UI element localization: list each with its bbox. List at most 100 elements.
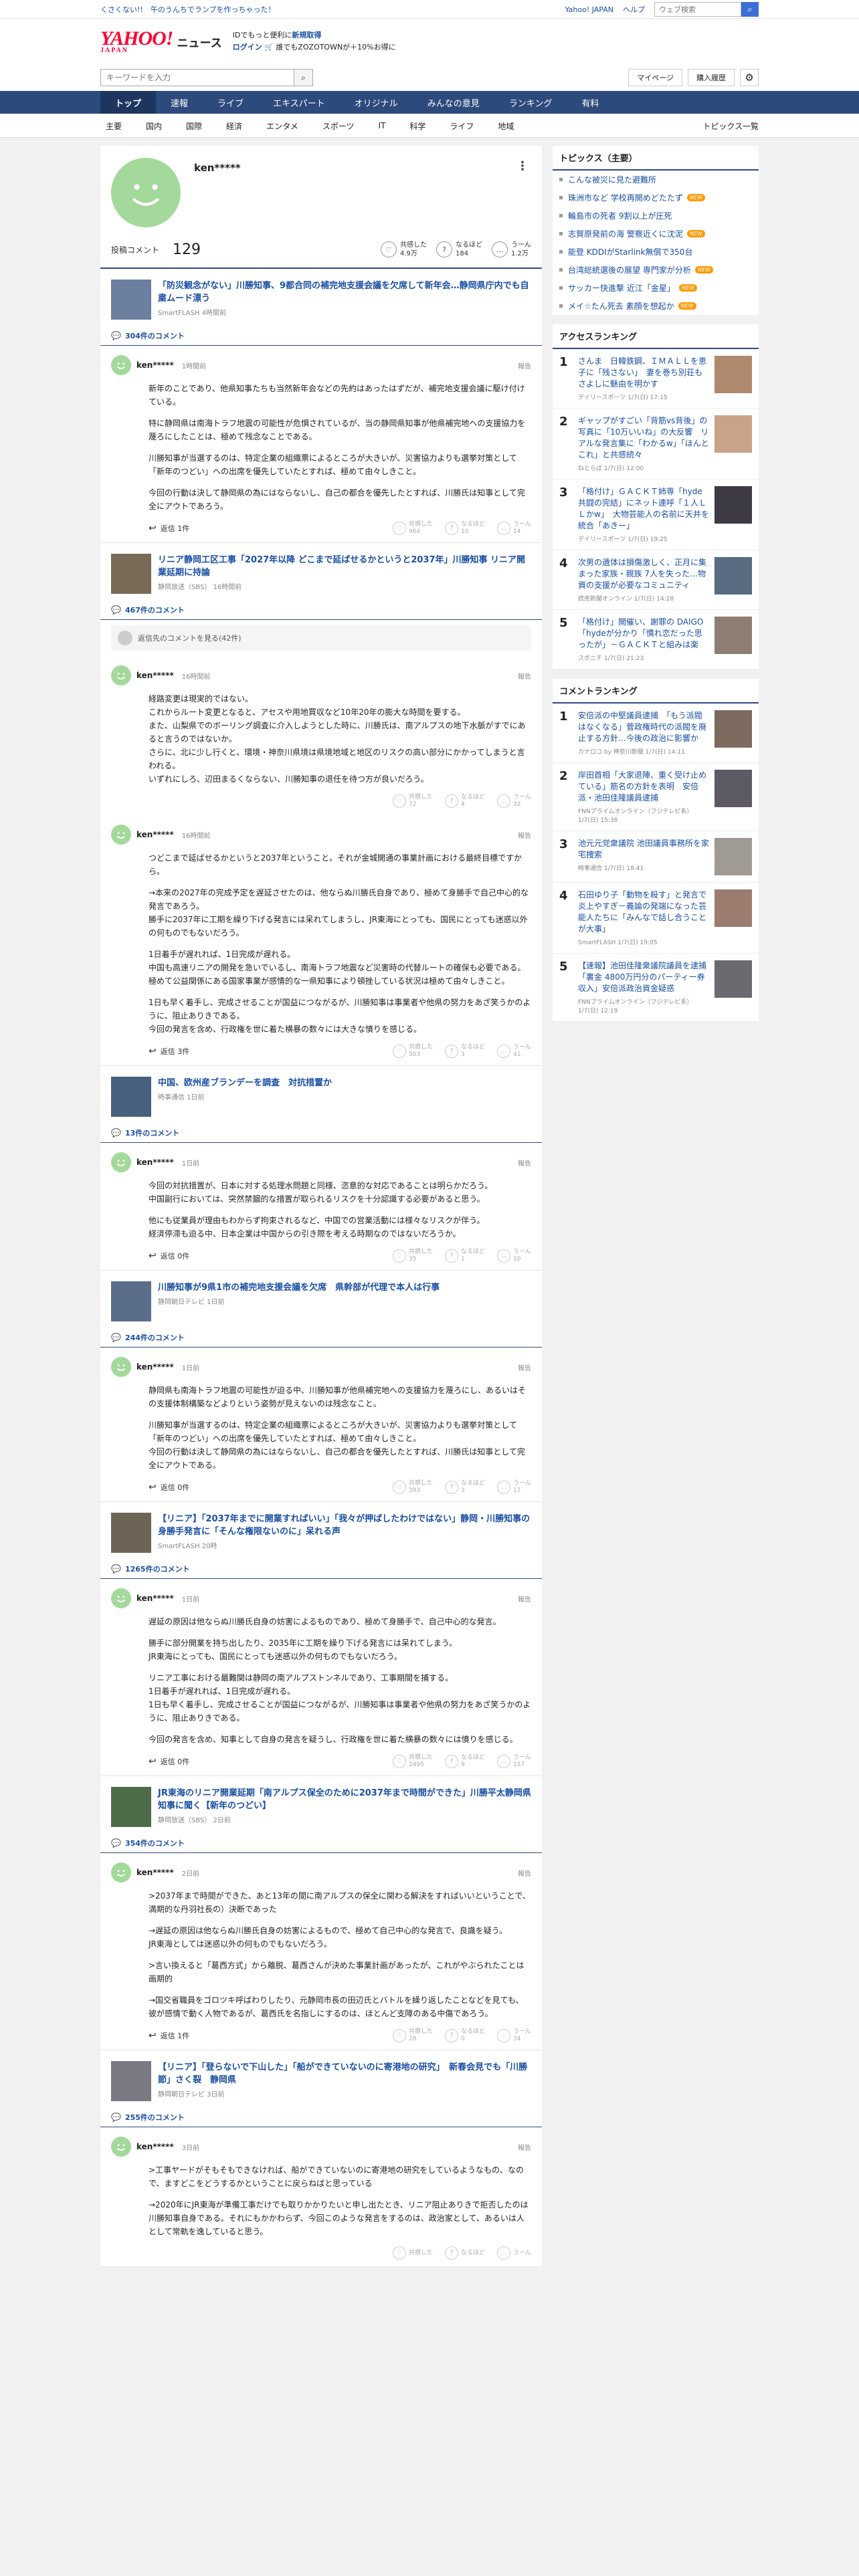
ranking-item[interactable]: 5 【速報】池田佳隆衆議院議員を逮捕 「裏金 4800万円分のパーティー券収入」安…	[553, 954, 759, 1022]
comment-count-link[interactable]: 💬 1265件のコメント	[100, 1560, 542, 1579]
sub-nav-tab[interactable]: 地域	[486, 114, 526, 138]
more-icon[interactable]: ⋮	[516, 159, 529, 173]
article-thumbnail[interactable]	[111, 554, 151, 594]
ranking-item[interactable]: 2 岸田首相「大家退陣、重く受け止めている」筋名の方針を表明 安倍派・池田佳隆議員…	[553, 763, 759, 831]
article-thumbnail[interactable]	[111, 1787, 151, 1827]
help-link[interactable]: ヘルプ	[623, 4, 645, 15]
avatar[interactable]	[111, 1588, 131, 1608]
article-thumbnail[interactable]	[111, 280, 151, 320]
topic-item[interactable]: 志賀原発前の海 警察近くに沈泥 NEW	[553, 225, 759, 243]
topic-item[interactable]: こんな被災に見た避難所	[553, 171, 759, 189]
ranking-thumbnail[interactable]	[714, 710, 752, 748]
avatar[interactable]	[111, 1862, 131, 1883]
comment-reaction-button[interactable]: … うーん 32	[496, 794, 531, 809]
topic-item[interactable]: 珠洲市など 学校再開めどたたず NEW	[553, 189, 759, 207]
comment-reaction-button[interactable]: ♡ 共感した 35	[392, 1249, 433, 1263]
ranking-title-link[interactable]: 「格付け」開催い、謝罪の DAIGO「hydeが分かり「慣れ恋だった思ったが」－…	[578, 617, 709, 651]
reply-button[interactable]: ↩ 返信 0件	[149, 1756, 189, 1767]
comment-user[interactable]: ken*****	[136, 830, 174, 839]
topic-item[interactable]: 能登 KDDIがStarlink無償で350台	[553, 243, 759, 261]
reply-button[interactable]: ↩ 返信 0件	[149, 1251, 189, 1261]
ranking-item[interactable]: 3 池元元党衆議院 池田議員事務所を家宅捜索 時事通信 1/7(日) 18:41	[553, 831, 759, 883]
article-title-link[interactable]: 中国、欧州産ブランデーを調査 対抗措置か	[158, 1078, 332, 1088]
ranking-thumbnail[interactable]	[714, 770, 752, 807]
ranking-thumbnail[interactable]	[714, 889, 752, 927]
comment-reaction-button[interactable]: ? なるほど 9	[444, 1754, 485, 1769]
comment-reaction-button[interactable]: ♡ 共感した 2495	[392, 1754, 433, 1769]
register-link[interactable]: 新規取得	[292, 31, 321, 39]
comment-user[interactable]: ken*****	[136, 360, 174, 370]
avatar[interactable]	[111, 355, 131, 375]
ranking-item[interactable]: 5 「格付け」開催い、謝罪の DAIGO「hydeが分かり「慣れ恋だった思ったが」…	[553, 610, 759, 669]
web-search-input[interactable]	[654, 2, 741, 17]
reply-button[interactable]: ↩ 返信 0件	[149, 1482, 189, 1493]
topic-item[interactable]: サッカー快進撃 近江「金星」 NEW	[553, 279, 759, 297]
article-title-link[interactable]: 「防災観念がない」川勝知事、9都合同の補完地支援会議を欠席して新年会…静岡県庁内…	[158, 281, 529, 304]
ranking-title-link[interactable]: 【速報】池田佳隆衆議院議員を逮捕 「裏金 4800万円分のパーティー券収入」安倍…	[578, 960, 714, 994]
ranking-item[interactable]: 1 さんま 日韓鉄鋼、ＩＭＡＬＬを恵子に「残さない」 妻を巻ち別荘も さよしに魅由…	[553, 349, 759, 409]
ranking-item[interactable]: 4 石田ゆり子「動物を殺す」と発言で炎上やすぎ－義論の発端になった芸能人たちに「み…	[553, 883, 759, 954]
main-nav-tab[interactable]: ライブ	[203, 91, 258, 114]
avatar[interactable]	[111, 2137, 131, 2157]
report-link[interactable]: 報告	[518, 671, 531, 681]
comment-reaction-button[interactable]: … うーん 14	[496, 521, 531, 536]
article-thumbnail[interactable]	[111, 1077, 151, 1117]
promo-link[interactable]: くさくない!! 午のうんちでランプを作っちゃった！	[100, 4, 276, 15]
main-nav-tab[interactable]: エキスパート	[258, 91, 340, 114]
comment-reaction-button[interactable]: … うーん 10	[496, 1249, 531, 1263]
main-nav-tab[interactable]: 速報	[156, 91, 203, 114]
sub-nav-tab[interactable]: ライフ	[438, 114, 486, 138]
article-title-link[interactable]: 【リニア】「登らないで下山した」「船ができていないのに寄港地の研究」 新春会見で…	[158, 2062, 527, 2085]
topic-item[interactable]: 台湾総統選後の展望 専門家が分析 NEW	[553, 261, 759, 279]
comment-reaction-button[interactable]: … うーん 157	[496, 1754, 531, 1769]
main-nav-tab[interactable]: トップ	[100, 91, 157, 114]
article-title-link[interactable]: 川勝知事が9県1市の補完地支援会議を欠席 県幹部が代理で本人は行事	[158, 1283, 440, 1293]
yahoo-logo[interactable]: YAHOO! JAPAN	[100, 29, 173, 54]
ranking-title-link[interactable]: 石田ゆり子「動物を殺す」と発言で炎上やすぎ－義論の発端になった芸能人たちに「みん…	[578, 889, 709, 935]
comment-user[interactable]: ken*****	[136, 671, 174, 680]
comment-reaction-button[interactable]: ♡ 共感した	[392, 2246, 433, 2260]
report-link[interactable]: 報告	[518, 830, 531, 840]
sub-nav-tab[interactable]: 主要	[100, 114, 134, 138]
comment-reaction-button[interactable]: ? なるほど 10	[444, 521, 485, 536]
login-link[interactable]: ログイン	[233, 43, 262, 51]
ranking-title-link[interactable]: ギャップがすごい「背筋vs背後」の写真に「10万いいね」の大反響 リアルな発言集…	[578, 415, 709, 461]
sub-nav-tab[interactable]: 科学	[397, 114, 438, 138]
ranking-title-link[interactable]: 次男の遺体は損傷激しく、正月に集まった家族・親族 7人を失った…物資の支援が必要…	[578, 557, 709, 591]
ranking-thumbnail[interactable]	[714, 557, 752, 595]
comment-reaction-button[interactable]: ♡ 共感した 503	[392, 1044, 433, 1059]
ranking-thumbnail[interactable]	[714, 486, 752, 524]
article-title-link[interactable]: 【リニア】「2037年までに開業すればいい」「我々が押ばしたわけではない」静岡・…	[158, 1514, 530, 1537]
main-nav-tab[interactable]: オリジナル	[340, 91, 413, 114]
comment-user[interactable]: ken*****	[136, 1594, 174, 1603]
report-link[interactable]: 報告	[518, 2142, 531, 2152]
yahoo-home-link[interactable]: Yahoo! JAPAN	[565, 5, 613, 14]
article-thumbnail[interactable]	[111, 1513, 151, 1553]
reply-button[interactable]: ↩ 返信 1件	[149, 523, 189, 534]
ranking-item[interactable]: 3 「格付け」ＧＡＣＫＴ姉専「hyde共闘の完結」にネット連呼「１人ＬＬかw」 大…	[553, 479, 759, 550]
comment-count-link[interactable]: 💬 244件のコメント	[100, 1328, 542, 1348]
article-thumbnail[interactable]	[111, 1281, 151, 1321]
avatar[interactable]	[111, 825, 131, 845]
comment-count-link[interactable]: 💬 467件のコメント	[100, 601, 542, 620]
ranking-title-link[interactable]: 安倍派の中堅議員逮捕 「もう派閥はなくなる」菅政権時代の派閥を廃止する方針…今後…	[578, 710, 709, 744]
reply-source-link[interactable]: 返信先のコメントを見る(42件)	[111, 625, 531, 651]
keyword-search-input[interactable]	[100, 69, 294, 86]
ranking-title-link[interactable]: さんま 日韓鉄鋼、ＩＭＡＬＬを恵子に「残さない」 妻を巻ち別荘も さよしに魅由を…	[578, 356, 710, 390]
comment-user[interactable]: ken*****	[136, 1158, 174, 1167]
report-link[interactable]: 報告	[518, 1158, 531, 1168]
comment-reaction-button[interactable]: ? なるほど	[444, 2246, 485, 2260]
topics-list-link[interactable]: トピックス一覧	[702, 120, 759, 132]
ranking-item[interactable]: 4 次男の遺体は損傷激しく、正月に集まった家族・親族 7人を失った…物資の支援が必…	[553, 550, 759, 610]
article-title-link[interactable]: リニア静岡工区工事「2027年以降 どこまで延ばせるかというと2037年」川勝知…	[158, 555, 525, 578]
main-nav-tab[interactable]: ランキング	[494, 91, 567, 114]
comment-user[interactable]: ken*****	[136, 2142, 174, 2151]
ranking-title-link[interactable]: 「格付け」ＧＡＣＫＴ姉専「hyde共闘の完結」にネット連呼「１人ＬＬかw」 大物…	[578, 486, 709, 532]
comment-user[interactable]: ken*****	[136, 1868, 174, 1877]
comment-reaction-button[interactable]: … うーん 41	[496, 1044, 531, 1059]
gear-icon[interactable]: ⚙	[740, 69, 759, 86]
topic-item[interactable]: メイ☆たん死去 素顔を想起か NEW	[553, 297, 759, 315]
avatar[interactable]	[111, 1357, 131, 1377]
ranking-thumbnail[interactable]	[714, 960, 752, 998]
comment-reaction-button[interactable]: ? なるほど 4	[444, 794, 485, 809]
